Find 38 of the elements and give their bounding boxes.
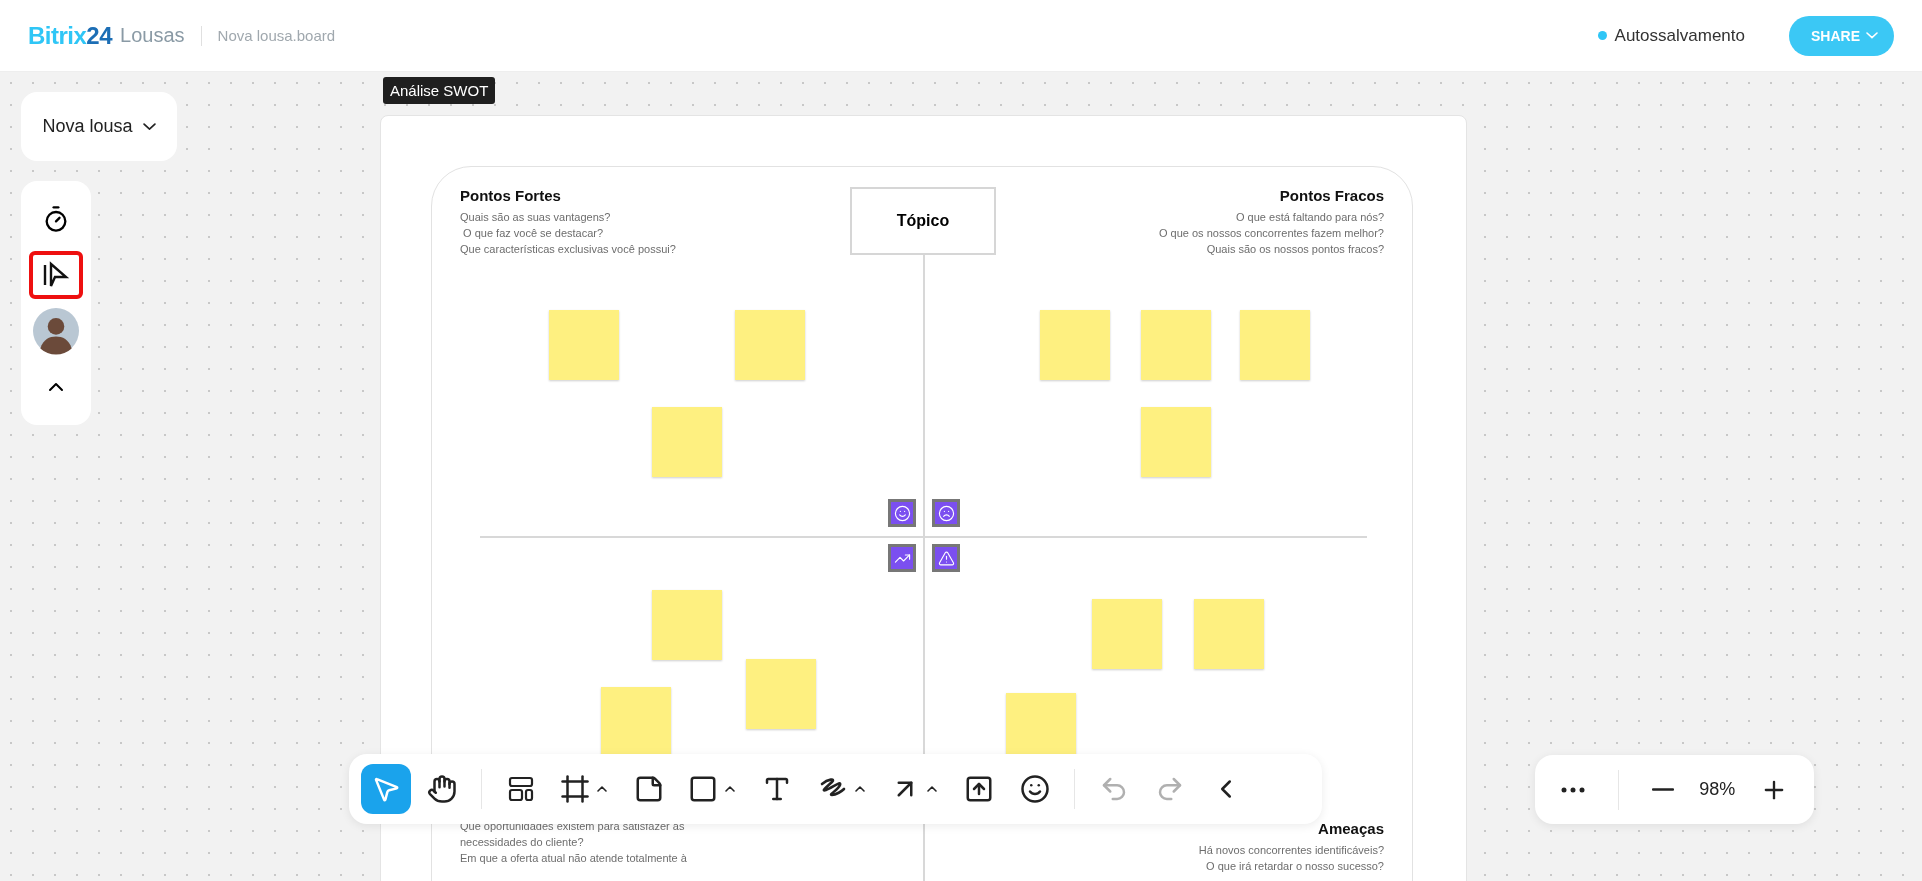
question-text: O que está faltando para nós?: [1235, 211, 1384, 224]
question-text: O que faz você se destacar?: [462, 227, 605, 240]
question-text: Quais são as suas vantagens?: [460, 211, 612, 224]
question-text: Quais são os nossos pontos fracos?: [1205, 243, 1384, 256]
question-text: Que características exclusivas você possui?: [460, 243, 676, 256]
frame-icon: [560, 774, 590, 804]
warning-icon: [937, 549, 955, 567]
question-text: O que irá retardar o nosso sucesso?: [1205, 860, 1384, 873]
more-icon: [1560, 786, 1585, 793]
presentation-button[interactable]: [29, 251, 83, 299]
chevron-down-icon: [142, 122, 156, 131]
avatar: [33, 306, 79, 356]
quadrant-title: Ameaças: [1317, 820, 1384, 837]
autosave-label: Autossalvamento: [1614, 25, 1745, 46]
topic-box: Tópico: [850, 187, 996, 255]
layout-icon: [506, 774, 536, 804]
question-text: O que os nossos concorrentes fazem melhor?: [1159, 227, 1384, 240]
quadrant-title: Pontos Fracos: [1278, 187, 1384, 204]
upload-icon: [964, 774, 994, 804]
question-text: necessidades do cliente?: [460, 836, 585, 849]
quadrant-title: Pontos Fortes: [460, 187, 562, 204]
smile-icon: [893, 504, 911, 522]
hand-icon: [427, 774, 457, 804]
status-dot: [1597, 31, 1607, 40]
minus-icon: [1651, 788, 1674, 791]
smile-icon: [1020, 774, 1050, 804]
question-text: Há novos concorrentes identificáveis?: [1198, 844, 1384, 857]
sticky-note-icon: [634, 774, 664, 804]
zoom-value: 98%: [1699, 779, 1736, 800]
chevron-down-icon: [1866, 32, 1878, 39]
frown-icon: [937, 504, 955, 522]
board-menu[interactable]: Nova lousa: [21, 92, 177, 161]
frame-label: Análise SWOT: [383, 77, 496, 104]
file-name: Nova lousa.board: [217, 27, 336, 44]
square-icon: [688, 774, 718, 804]
question-text: Em que a oferta atual não atende totalmente à: [460, 852, 687, 865]
product-name: Lousas: [120, 24, 185, 47]
logo: Bitrix24: [28, 21, 113, 50]
